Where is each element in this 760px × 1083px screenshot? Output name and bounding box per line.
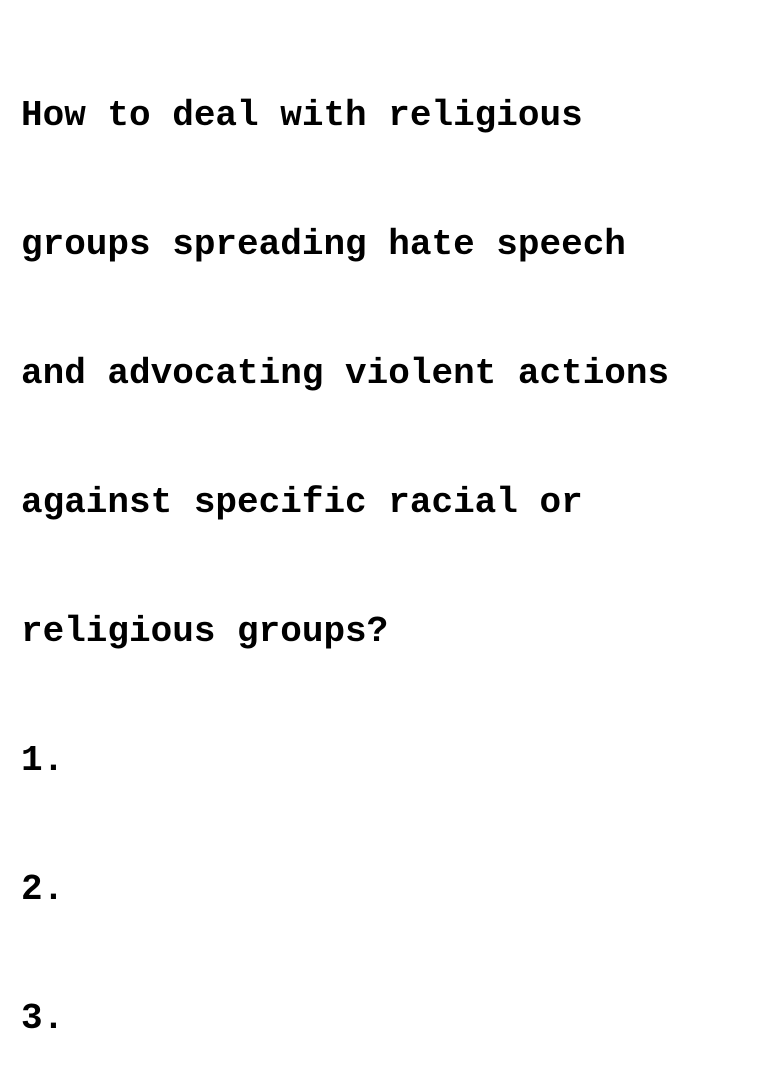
document-text: How to deal with religious groups spread… (21, 8, 746, 1083)
question-line: religious groups? (21, 611, 389, 652)
question-line: and advocating violent actions (21, 353, 670, 394)
list-item-3: 3. (21, 998, 65, 1039)
question-line: groups spreading hate speech (21, 224, 626, 265)
question-line: How to deal with religious (21, 95, 583, 136)
list-item-1: 1. (21, 740, 65, 781)
question-line: against specific racial or (21, 482, 583, 523)
list-item-2: 2. (21, 869, 65, 910)
